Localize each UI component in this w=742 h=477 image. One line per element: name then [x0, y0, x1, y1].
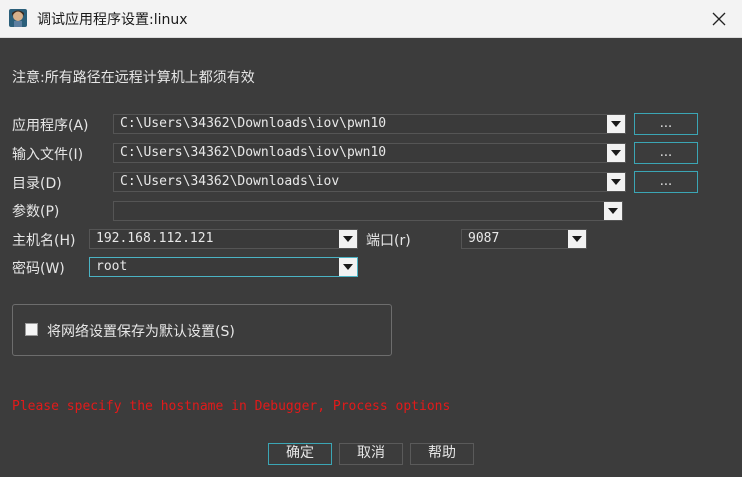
chevron-down-icon [611, 121, 621, 127]
input-file-label: 输入文件(I) [12, 147, 84, 163]
directory-value: C:\Users\34362\Downloads\iov [120, 174, 340, 189]
password-combo[interactable]: root [89, 257, 358, 277]
hostname-label: 主机名(H) [12, 233, 76, 249]
chevron-down-icon [343, 264, 353, 270]
chevron-down-icon [572, 236, 582, 242]
title-bar: 调试应用程序设置:linux [0, 0, 742, 38]
parameters-dropdown-button[interactable] [604, 202, 622, 220]
hostname-dropdown-button[interactable] [339, 230, 357, 248]
chevron-down-icon [343, 236, 353, 242]
cancel-button[interactable]: 取消 [339, 443, 403, 465]
close-icon [712, 12, 726, 25]
chevron-down-icon [611, 179, 621, 185]
parameters-combo[interactable] [113, 201, 623, 221]
input-file-browse-button[interactable]: ... [634, 142, 698, 164]
debug-settings-dialog: 调试应用程序设置:linux 注意:所有路径在远程计算机上都须有效 应用程序(A… [0, 0, 742, 477]
hostname-value: 192.168.112.121 [96, 231, 214, 246]
remote-path-note: 注意:所有路径在远程计算机上都须有效 [12, 70, 255, 86]
app-logo-icon [9, 9, 27, 27]
save-settings-group: 将网络设置保存为默认设置(S) [12, 304, 392, 356]
ok-button[interactable]: 确定 [268, 443, 332, 465]
password-label: 密码(W) [12, 261, 65, 277]
parameters-label: 参数(P) [12, 204, 60, 220]
input-file-combo[interactable]: C:\Users\34362\Downloads\iov\pwn10 [113, 143, 626, 163]
input-file-value: C:\Users\34362\Downloads\iov\pwn10 [120, 145, 387, 160]
chevron-down-icon [608, 208, 618, 214]
directory-browse-button[interactable]: ... [634, 171, 698, 193]
application-dropdown-button[interactable] [607, 115, 625, 133]
application-combo[interactable]: C:\Users\34362\Downloads\iov\pwn10 [113, 114, 626, 134]
port-label: 端口(r) [366, 233, 411, 249]
password-dropdown-button[interactable] [339, 258, 357, 276]
port-value: 9087 [468, 231, 500, 246]
save-default-checkbox[interactable] [25, 323, 38, 336]
input-file-dropdown-button[interactable] [607, 144, 625, 162]
error-message: Please specify the hostname in Debugger,… [12, 399, 451, 414]
directory-combo[interactable]: C:\Users\34362\Downloads\iov [113, 172, 626, 192]
help-button[interactable]: 帮助 [410, 443, 474, 465]
application-label: 应用程序(A) [12, 118, 89, 134]
application-browse-button[interactable]: ... [634, 113, 698, 135]
application-value: C:\Users\34362\Downloads\iov\pwn10 [120, 116, 387, 131]
port-combo[interactable]: 9087 [461, 229, 587, 249]
chevron-down-icon [611, 150, 621, 156]
window-title: 调试应用程序设置:linux [37, 12, 188, 28]
directory-dropdown-button[interactable] [607, 173, 625, 191]
directory-label: 目录(D) [12, 176, 62, 192]
password-value: root [96, 259, 128, 274]
save-default-label[interactable]: 将网络设置保存为默认设置(S) [47, 321, 235, 341]
port-dropdown-button[interactable] [568, 230, 586, 248]
close-button[interactable] [696, 0, 742, 37]
hostname-combo[interactable]: 192.168.112.121 [89, 229, 358, 249]
